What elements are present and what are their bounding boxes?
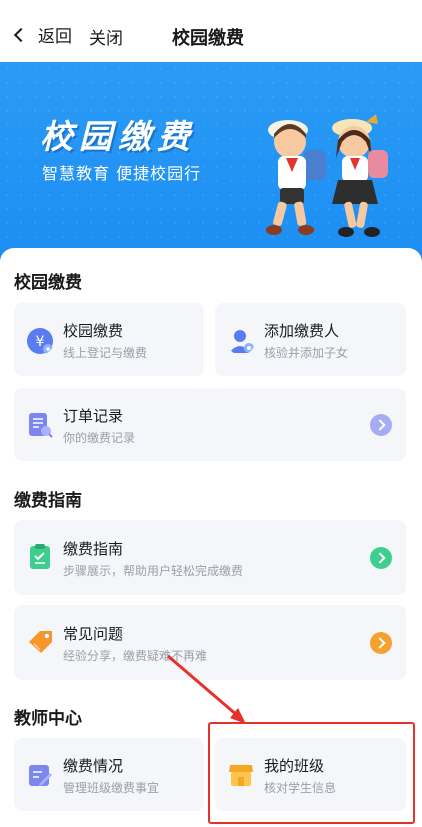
add-person-icon (229, 330, 254, 353)
card-desc: 管理班级缴费事宜 (63, 781, 160, 795)
card-desc: 核对学生信息 (264, 781, 337, 795)
hero-banner: 校园缴费 智慧教育 便捷校园行 (0, 62, 422, 262)
tag-icon (29, 631, 52, 653)
nav-bar: 返回 关闭 校园缴费 (0, 0, 422, 62)
back-button[interactable]: 返回 (12, 22, 72, 47)
chevron-left-icon (13, 27, 29, 42)
order-list-icon (29, 413, 53, 438)
card-name: 缴费情况 (63, 757, 124, 775)
card-my-class[interactable]: 我的班级 核对学生信息 (215, 738, 406, 811)
card-order-records[interactable]: 订单记录 你的缴费记录 (14, 388, 406, 461)
yuan-coin-icon: ¥ (27, 328, 53, 354)
card-campus-payment[interactable]: ¥ 校园缴费 线上登记与缴费 (14, 303, 204, 376)
card-desc: 线上登记与缴费 (63, 346, 148, 360)
card-name: 我的班级 (264, 757, 325, 775)
card-name: 缴费指南 (63, 540, 124, 558)
card-desc: 经验分享，缴费疑难不再难 (63, 649, 208, 663)
card-desc: 步骤展示，帮助用户轻松完成缴费 (63, 564, 244, 578)
content-sheet: 校园缴费 ¥ 校园缴费 线上登记与缴费 添加缴费人 核验并添加子女 订单记录 你… (0, 248, 422, 827)
section-title-teacher: 教师中心 (14, 709, 82, 729)
page-title: 校园缴费 (172, 28, 244, 49)
card-name: 常见问题 (63, 625, 124, 643)
card-desc: 你的缴费记录 (63, 431, 136, 445)
close-button[interactable]: 关闭 (89, 24, 123, 49)
card-add-payer[interactable]: 添加缴费人 核验并添加子女 (215, 303, 406, 376)
section-title-guide: 缴费指南 (14, 491, 82, 511)
edit-doc-icon (29, 765, 52, 786)
chevron-right-icon (370, 632, 392, 654)
svg-text:¥: ¥ (36, 334, 45, 350)
chevron-right-icon (370, 547, 392, 569)
chevron-right-icon (370, 414, 392, 436)
card-name: 订单记录 (63, 407, 124, 425)
card-desc: 核验并添加子女 (264, 346, 349, 360)
store-icon (229, 765, 253, 786)
card-payment-status[interactable]: 缴费情况 管理班级缴费事宜 (14, 738, 204, 811)
back-label: 返回 (38, 27, 72, 47)
card-name: 校园缴费 (63, 322, 124, 340)
section-title-payment: 校园缴费 (14, 273, 82, 293)
banner-headline: 校园缴费 (40, 117, 196, 156)
card-payment-guide[interactable]: 缴费指南 步骤展示，帮助用户轻松完成缴费 (14, 520, 406, 595)
students-illustration (266, 114, 388, 237)
clipboard-icon (30, 544, 50, 569)
card-name: 添加缴费人 (264, 322, 340, 340)
banner-tagline: 智慧教育 便捷校园行 (42, 164, 202, 183)
card-faq[interactable]: 常见问题 经验分享，缴费疑难不再难 (14, 605, 406, 680)
